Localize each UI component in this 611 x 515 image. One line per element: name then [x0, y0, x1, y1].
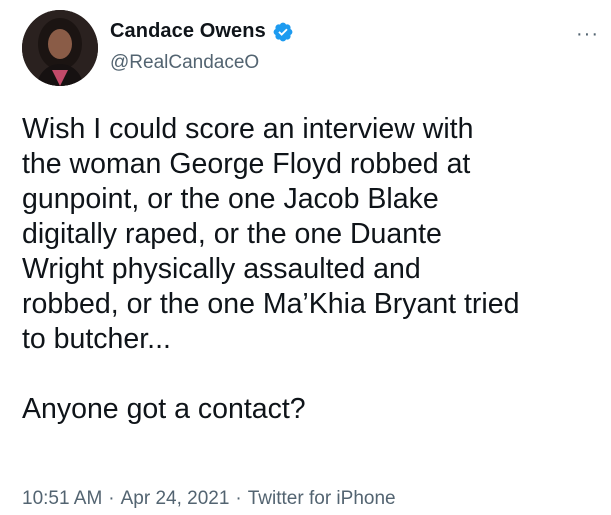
tweet-time[interactable]: 10:51 AM — [22, 488, 102, 510]
author-handle[interactable]: @RealCandaceO — [110, 52, 259, 74]
tweet-text: Wish I could score an interview with the… — [22, 113, 520, 425]
tweet-source: Twitter for iPhone — [247, 488, 396, 509]
tweet-date[interactable]: Apr 24, 2021 — [121, 488, 230, 510]
meta-separator: · — [235, 488, 242, 509]
avatar-image — [22, 10, 98, 86]
more-options-icon[interactable]: ··· — [576, 24, 599, 44]
verified-badge-icon — [272, 21, 294, 43]
tweet-meta: 10:51 AM · Apr 24, 2021 · Twitter for iP… — [22, 488, 396, 510]
tweet-card: Candace Owens @RealCandaceO ··· Wish I c… — [0, 0, 611, 515]
author-name-row: Candace Owens — [110, 20, 294, 43]
meta-separator: · — [108, 488, 115, 509]
avatar[interactable] — [22, 10, 98, 86]
author-display-name[interactable]: Candace Owens — [110, 20, 266, 43]
